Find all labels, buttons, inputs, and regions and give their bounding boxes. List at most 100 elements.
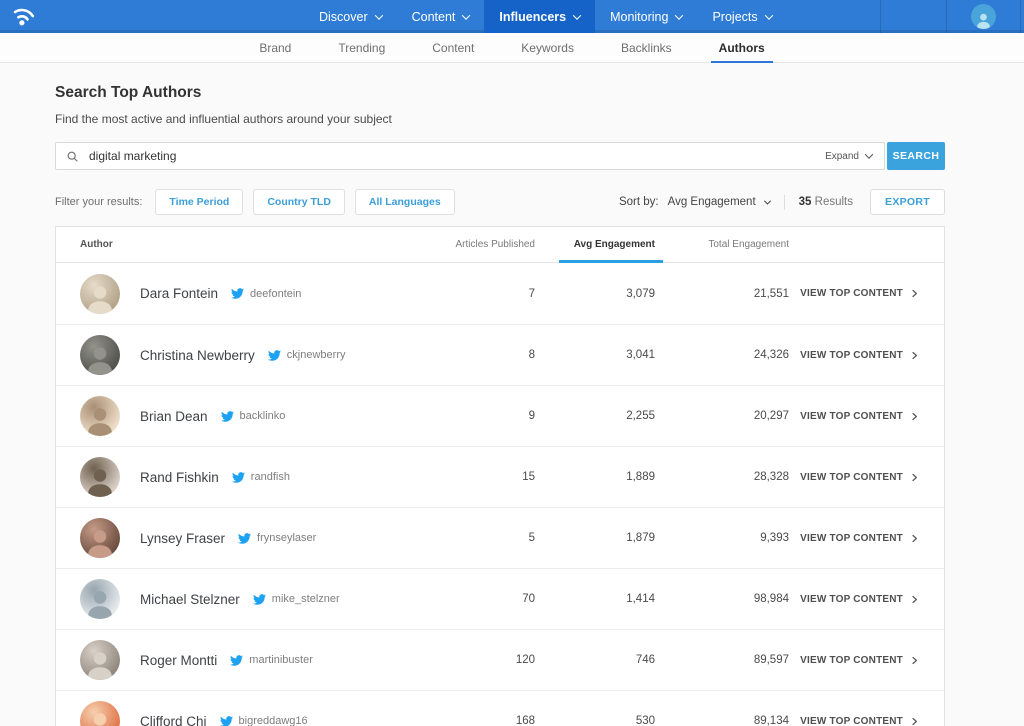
total-engagement-value: 89,134 <box>655 715 789 726</box>
navbar-right <box>880 0 1024 33</box>
avg-engagement-value: 746 <box>535 654 655 666</box>
twitter-handle[interactable]: frynseylaser <box>257 532 316 544</box>
chevron-right-icon <box>910 351 919 360</box>
nav-item-influencers[interactable]: Influencers <box>484 0 595 33</box>
buzzsumo-logo-icon <box>11 4 36 29</box>
view-top-content-button[interactable]: VIEW TOP CONTENT <box>789 716 919 726</box>
view-top-content-button[interactable]: VIEW TOP CONTENT <box>789 411 919 422</box>
top-navbar: Discover Content Influencers Monitoring … <box>0 0 1024 33</box>
view-top-content-button[interactable]: VIEW TOP CONTENT <box>789 594 919 605</box>
country-tld-filter-button[interactable]: Country TLD <box>253 189 345 215</box>
navbar-edge <box>1020 0 1024 33</box>
articles-published-value: 120 <box>415 654 535 666</box>
chevron-right-icon <box>910 656 919 665</box>
view-top-content-button[interactable]: VIEW TOP CONTENT <box>789 472 919 483</box>
table-row: Brian Dean backlinko 9 2,255 20,297 VIEW… <box>56 385 944 446</box>
view-top-content-label: VIEW TOP CONTENT <box>800 288 903 299</box>
articles-published-value: 70 <box>415 593 535 605</box>
avatar <box>80 335 120 375</box>
articles-published-value: 9 <box>415 410 535 422</box>
chevron-right-icon <box>910 289 919 298</box>
search-button[interactable]: SEARCH <box>887 142 945 170</box>
brand-logo[interactable] <box>0 0 260 33</box>
tab-trending[interactable]: Trending <box>334 33 389 62</box>
view-top-content-label: VIEW TOP CONTENT <box>800 533 903 544</box>
avatar <box>80 274 120 314</box>
tab-keywords[interactable]: Keywords <box>517 33 578 62</box>
view-top-content-label: VIEW TOP CONTENT <box>800 594 903 605</box>
nav-item-discover[interactable]: Discover <box>304 0 397 33</box>
table-row: Michael Stelzner mike_stelzner 70 1,414 … <box>56 568 944 629</box>
export-button[interactable]: EXPORT <box>870 189 945 215</box>
avg-engagement-value: 3,079 <box>535 288 655 300</box>
sort-by-dropdown[interactable]: Sort by: Avg Engagement <box>619 196 770 208</box>
author-table-body: Dara Fontein deefontein 7 3,079 21,551 V… <box>56 263 944 726</box>
view-top-content-button[interactable]: VIEW TOP CONTENT <box>789 655 919 666</box>
articles-published-value: 5 <box>415 532 535 544</box>
avatar <box>80 579 120 619</box>
view-top-content-label: VIEW TOP CONTENT <box>800 411 903 422</box>
chevron-down-icon <box>675 11 683 19</box>
total-engagement-value: 21,551 <box>655 288 789 300</box>
author-cell: Rand Fishkin randfish <box>140 470 415 485</box>
twitter-icon <box>238 532 251 545</box>
languages-filter-button[interactable]: All Languages <box>355 189 455 215</box>
table-row: Rand Fishkin randfish 15 1,889 28,328 VI… <box>56 446 944 507</box>
tab-brand[interactable]: Brand <box>255 33 295 62</box>
nav-item-content[interactable]: Content <box>397 0 485 33</box>
twitter-handle[interactable]: backlinko <box>240 410 286 422</box>
chevron-right-icon <box>910 473 919 482</box>
author-name: Lynsey Fraser <box>140 531 225 546</box>
column-header-articles-published[interactable]: Articles Published <box>415 227 535 262</box>
tab-content[interactable]: Content <box>428 33 478 62</box>
person-photo-placeholder-icon <box>83 646 117 680</box>
main-menu: Discover Content Influencers Monitoring … <box>304 0 787 33</box>
articles-published-value: 168 <box>415 715 535 726</box>
twitter-handle[interactable]: deefontein <box>250 288 301 300</box>
twitter-handle[interactable]: randfish <box>251 471 290 483</box>
nav-item-monitoring[interactable]: Monitoring <box>595 0 697 33</box>
avatar <box>80 640 120 680</box>
table-header: Author Articles Published Avg Engagement… <box>56 227 944 263</box>
twitter-handle[interactable]: ckjnewberry <box>287 349 346 361</box>
view-top-content-button[interactable]: VIEW TOP CONTENT <box>789 288 919 299</box>
search-input[interactable] <box>89 149 825 163</box>
nav-item-label: Influencers <box>499 10 566 24</box>
avg-engagement-value: 1,889 <box>535 471 655 483</box>
time-period-filter-button[interactable]: Time Period <box>155 189 243 215</box>
twitter-icon <box>231 287 244 300</box>
tab-backlinks[interactable]: Backlinks <box>617 33 676 62</box>
search-box: Expand <box>55 142 885 170</box>
filter-bar: Filter your results: Time Period Country… <box>55 189 945 215</box>
view-top-content-label: VIEW TOP CONTENT <box>800 472 903 483</box>
nav-item-projects[interactable]: Projects <box>697 0 786 33</box>
twitter-icon <box>220 715 233 726</box>
avg-engagement-value: 1,879 <box>535 532 655 544</box>
page-title: Search Top Authors <box>55 84 1024 102</box>
column-header-avg-engagement[interactable]: Avg Engagement <box>535 227 655 262</box>
view-top-content-button[interactable]: VIEW TOP CONTENT <box>789 533 919 544</box>
filter-label: Filter your results: <box>55 196 142 208</box>
avatar <box>80 701 120 726</box>
twitter-icon <box>232 471 245 484</box>
results-count: 35 Results <box>799 196 853 208</box>
view-top-content-button[interactable]: VIEW TOP CONTENT <box>789 350 919 361</box>
authors-table: Author Articles Published Avg Engagement… <box>55 226 945 726</box>
person-icon <box>974 10 993 29</box>
chevron-right-icon <box>910 595 919 604</box>
articles-published-value: 7 <box>415 288 535 300</box>
twitter-handle[interactable]: mike_stelzner <box>272 593 340 605</box>
person-photo-placeholder-icon <box>83 402 117 436</box>
author-name: Christina Newberry <box>140 348 255 363</box>
avg-engagement-value: 2,255 <box>535 410 655 422</box>
column-header-total-engagement[interactable]: Total Engagement <box>655 227 789 262</box>
results-number: 35 <box>799 196 812 208</box>
twitter-handle[interactable]: martinibuster <box>249 654 313 666</box>
table-row: Dara Fontein deefontein 7 3,079 21,551 V… <box>56 263 944 324</box>
user-menu[interactable] <box>946 0 1020 33</box>
author-cell: Dara Fontein deefontein <box>140 286 415 301</box>
author-name: Clifford Chi <box>140 714 207 726</box>
expand-toggle[interactable]: Expand <box>825 151 872 162</box>
tab-authors[interactable]: Authors <box>715 33 769 62</box>
twitter-handle[interactable]: bigreddawg16 <box>239 715 308 726</box>
